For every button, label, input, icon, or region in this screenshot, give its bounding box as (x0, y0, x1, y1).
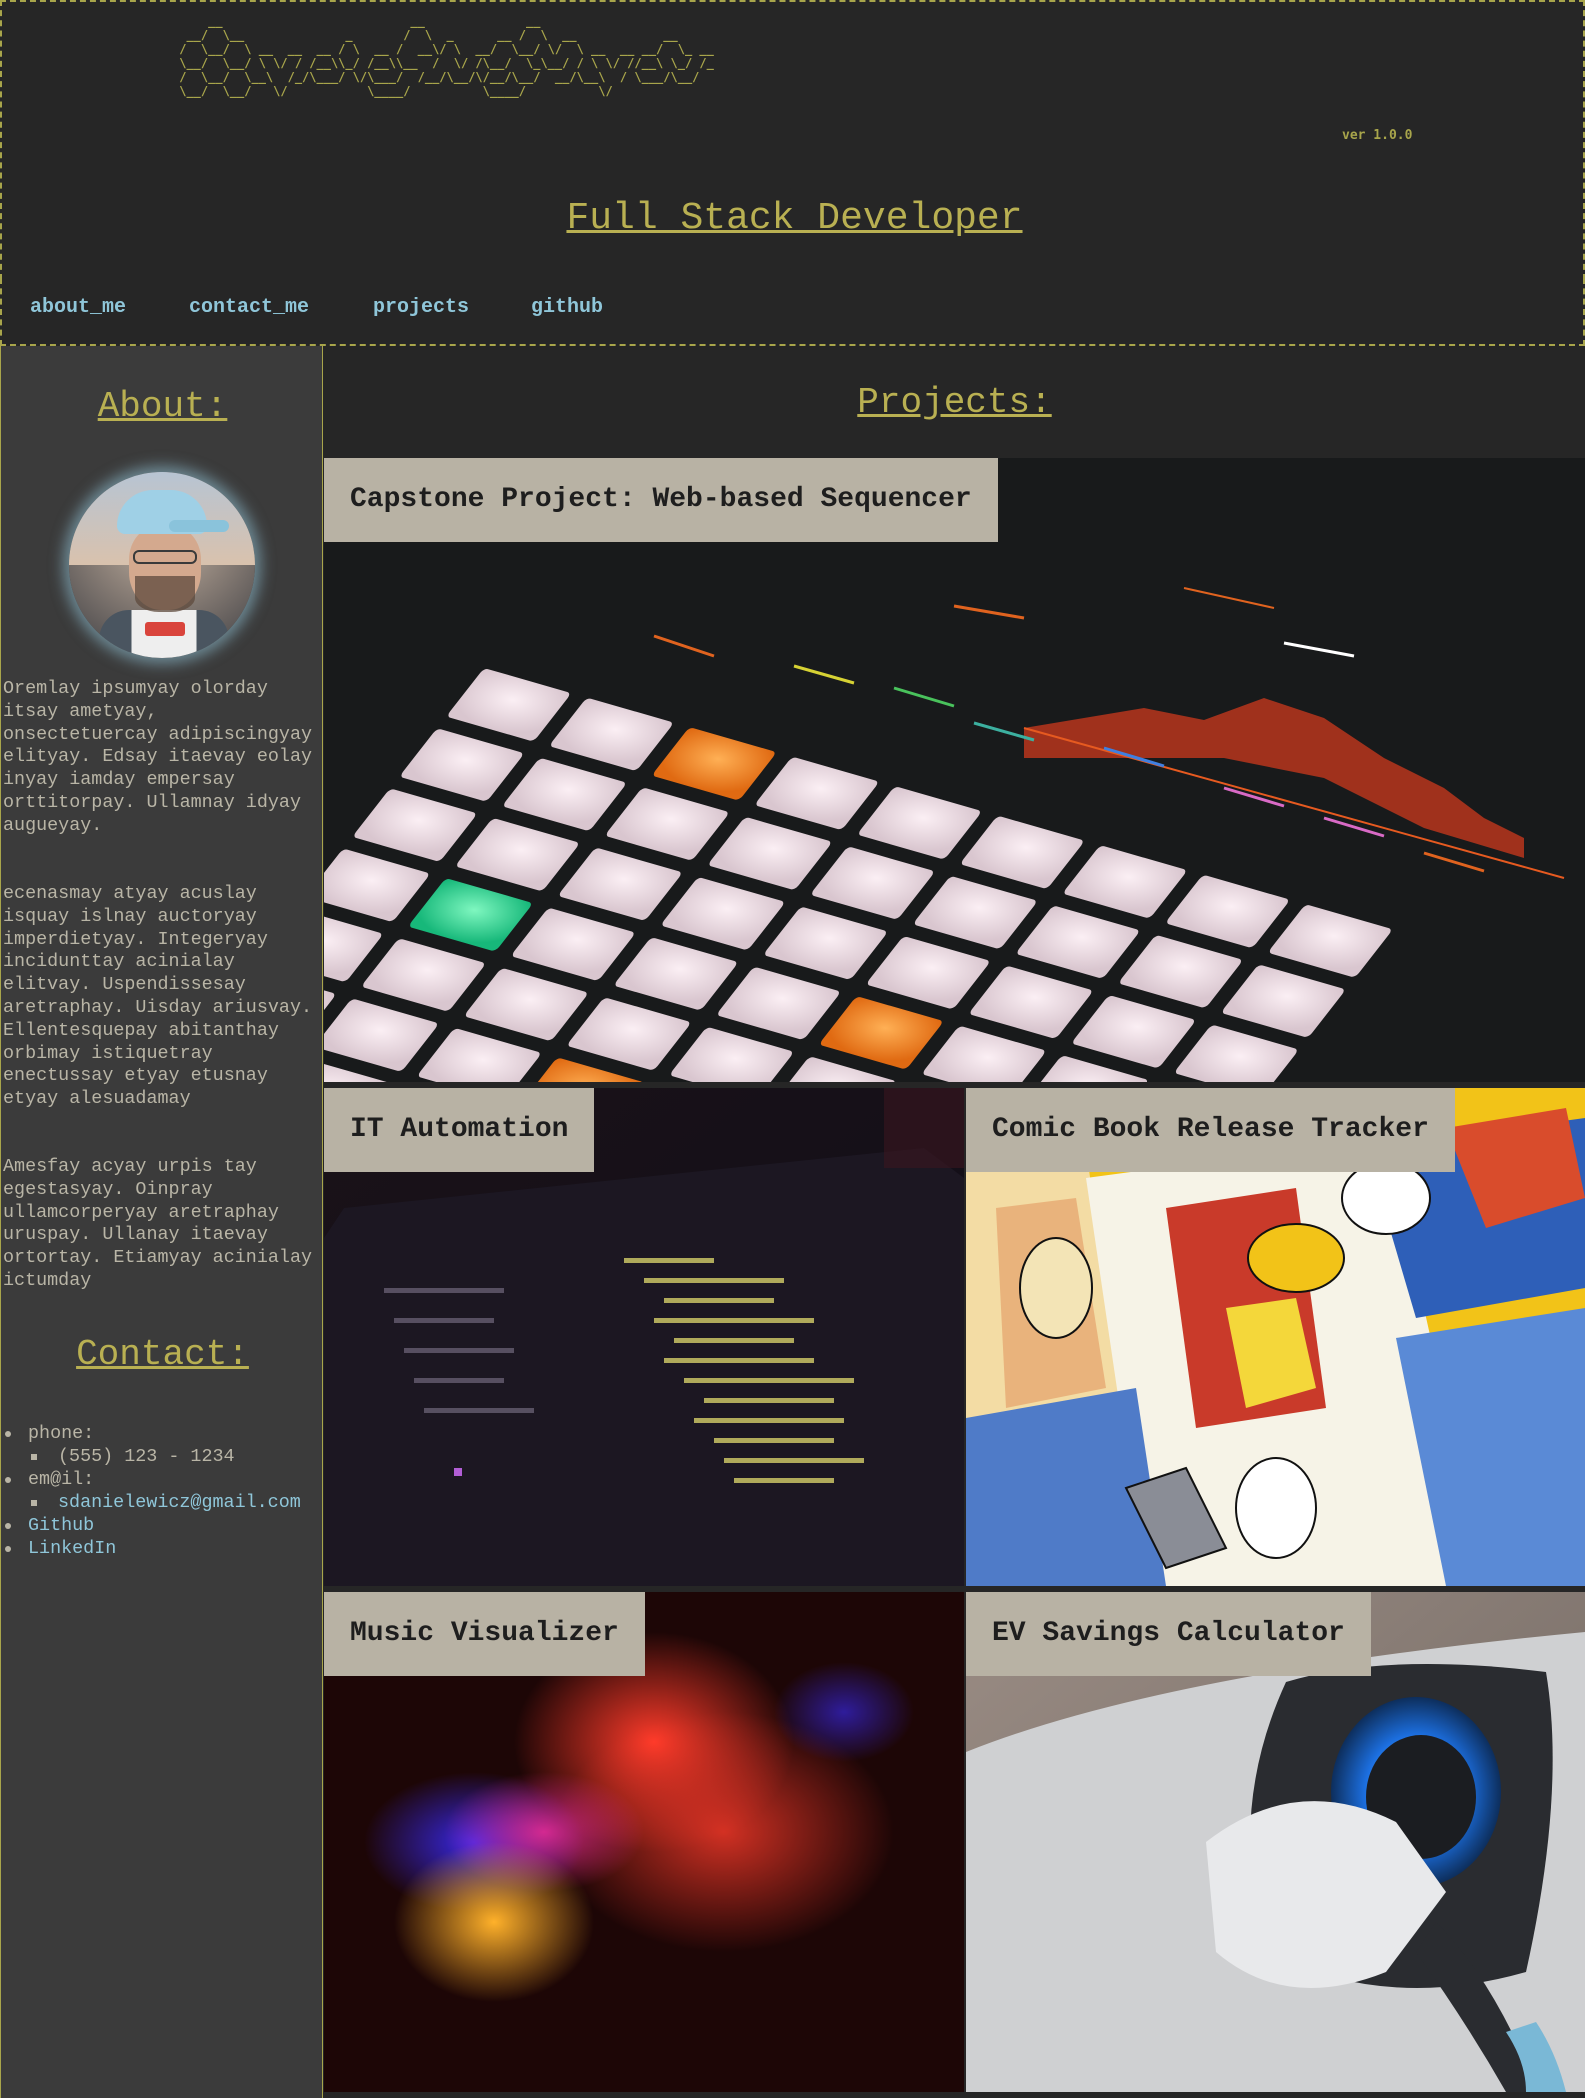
projects-heading: Projects: (857, 382, 1052, 423)
project-card-ev-calculator[interactable]: EV Savings Calculator (966, 1592, 1585, 2092)
ascii-art-title: __ __ __ __/ \__ _ / \ _ __ / \ __ __ / … (179, 14, 714, 98)
launchpad-image (324, 458, 1585, 1082)
bullet-icon (5, 1477, 11, 1483)
avatar (69, 472, 255, 658)
about-paragraph-3: Amesfay acyay urpis tay egestasyay. Oinp… (3, 1156, 313, 1291)
email-label: em@il: (28, 1469, 95, 1490)
page-subtitle: Full Stack Developer (566, 197, 1023, 240)
project-title: IT Automation (324, 1088, 595, 1172)
list-item: LinkedIn (1, 1537, 324, 1560)
list-item: phone: (1, 1422, 324, 1445)
project-title: Capstone Project: Web-based Sequencer (324, 458, 998, 542)
top-nav: about_me contact_me projects github (0, 278, 1585, 346)
linkedin-link[interactable]: LinkedIn (28, 1537, 116, 1560)
site-header: __ __ __ __/ \__ _ / \ _ __ / \ __ __ / … (0, 0, 1585, 280)
project-card-comic-tracker[interactable]: Comic Book Release Tracker (966, 1088, 1585, 1586)
square-bullet-icon (31, 1500, 37, 1506)
list-item: sdanielewicz@gmail.com (1, 1491, 324, 1514)
phone-label: phone: (28, 1423, 95, 1444)
github-link[interactable]: Github (28, 1514, 94, 1537)
contact-heading: Contact: (76, 1334, 249, 1375)
project-title: Comic Book Release Tracker (966, 1088, 1455, 1172)
phone-value: (555) 123 - 1234 (58, 1446, 235, 1467)
nav-github[interactable]: github (531, 296, 603, 319)
project-card-music-visualizer[interactable]: Music Visualizer (324, 1592, 964, 2092)
nav-contact-me[interactable]: contact_me (189, 296, 309, 319)
project-card-it-automation[interactable]: IT Automation (324, 1088, 964, 1586)
about-paragraph-1: Oremlay ipsumyay olorday itsay ametyay, … (3, 678, 313, 836)
main-content: Projects: Capstone Project: Web-based Se… (324, 346, 1585, 2098)
bullet-icon (5, 1523, 11, 1529)
nav-projects[interactable]: projects (373, 296, 469, 319)
about-paragraph-2: ecenasmay atyay acuslay isquay islnay au… (3, 883, 313, 1110)
bullet-icon (5, 1546, 11, 1552)
project-title: Music Visualizer (324, 1592, 645, 1676)
project-card-capstone[interactable]: Capstone Project: Web-based Sequencer (324, 458, 1585, 1082)
list-item: (555) 123 - 1234 (1, 1445, 324, 1468)
nav-about-me[interactable]: about_me (30, 296, 126, 319)
contact-list: phone: (555) 123 - 1234 em@il: sdanielew… (1, 1422, 324, 1560)
square-bullet-icon (31, 1454, 37, 1460)
version-label: ver 1.0.0 (1342, 128, 1413, 143)
about-heading: About: (97, 386, 228, 427)
project-title: EV Savings Calculator (966, 1592, 1371, 1676)
sidebar: About: Oremlay ipsumyay olorday itsay am… (0, 346, 323, 2098)
list-item: em@il: (1, 1468, 324, 1491)
bullet-icon (5, 1431, 11, 1437)
email-link[interactable]: sdanielewicz@gmail.com (58, 1491, 301, 1514)
list-item: Github (1, 1514, 324, 1537)
